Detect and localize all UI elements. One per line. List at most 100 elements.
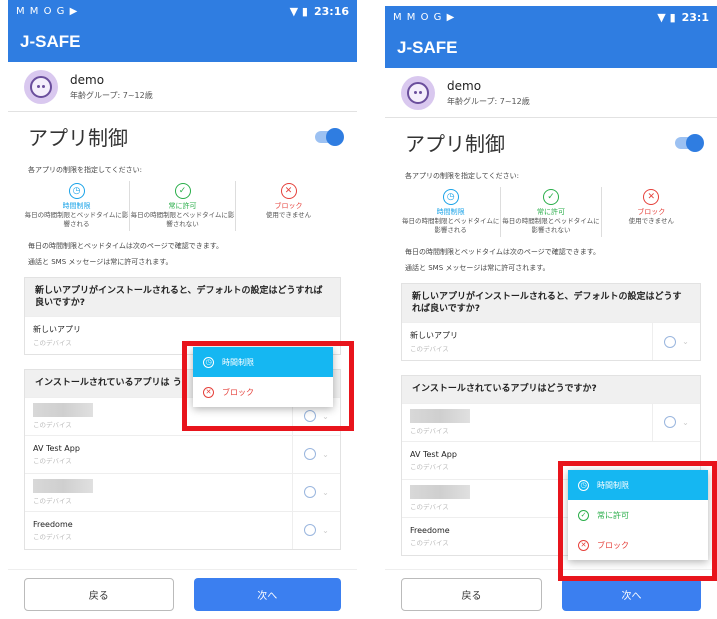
note-calls-sms: 通話と SMS メッセージは常に許可されます。: [405, 264, 550, 273]
profile: demo 年齢グループ: 7~12歳: [8, 62, 357, 112]
installed-apps-heading-trail: う: [172, 378, 182, 389]
app-setting-selector[interactable]: ⌄: [292, 435, 340, 473]
legend-desc: 毎日の時間制限とベッドタイムに影響される: [24, 211, 129, 229]
app-row: AV Test App このデバイス ⌄: [25, 434, 340, 473]
status-time: 23:16: [313, 4, 349, 18]
check-icon: ✓: [542, 189, 559, 205]
legend-block: ✕ ブロック 使用できません: [602, 187, 701, 237]
blurred-app-name: [33, 403, 93, 418]
app-control-toggle[interactable]: [315, 127, 344, 146]
legend-time-limit: ◷ 時間制限 毎日の時間制限とベッドタイムに影響される: [24, 181, 130, 232]
app-setting-selector[interactable]: ⌄: [292, 511, 340, 549]
next-button[interactable]: 次へ: [193, 578, 341, 611]
row-sub: このデバイス: [33, 497, 72, 506]
legend-title: ブロック: [637, 208, 666, 216]
next-button[interactable]: 次へ: [562, 578, 701, 611]
note-daily-limits: 毎日の時間制限とベッドタイムは次のページで確認できます。: [405, 248, 601, 257]
clock-icon: [304, 524, 317, 537]
child-face-icon: [30, 75, 52, 98]
legend: ◷ 時間制限 毎日の時間制限とベッドタイムに影響される ✓ 常に許可 毎日の時間…: [385, 187, 717, 238]
profile: demo 年齢グループ: 7~12歳: [385, 68, 717, 118]
note-daily-limits: 毎日の時間制限とベッドタイムは次のページで確認できます。: [28, 242, 224, 251]
status-icons: M M O G ▶: [16, 5, 79, 17]
status-right: ▼ ▮ 23:16: [289, 4, 349, 18]
app-row: Freedome このデバイス ⌄: [25, 510, 340, 549]
profile-age-group: 年齢グループ: 7~12歳: [70, 90, 153, 100]
legend-title: 時間制限: [62, 202, 91, 210]
screenshot-left: M M O G ▶ ▼ ▮ 23:16 J-SAFE demo 年齢グループ: …: [8, 0, 357, 619]
blurred-app-name: [410, 485, 470, 500]
check-icon: ✓: [174, 183, 191, 199]
legend-block: ✕ ブロック 使用できません: [236, 181, 341, 231]
chevron-down-icon: ⌄: [322, 487, 329, 497]
status-right: ▼ ▮ 23:1: [657, 10, 709, 24]
row-name: AV Test App: [410, 449, 457, 459]
child-face-icon: [407, 81, 429, 104]
app-setting-selector[interactable]: ⌄: [652, 403, 700, 441]
screenshot-right: M M O G ▶ ▼ ▮ 23:1 J-SAFE demo 年齢グループ: 7…: [385, 6, 717, 619]
row-sub: このデバイス: [33, 532, 72, 541]
status-bar: M M O G ▶ ▼ ▮ 23:16: [8, 0, 357, 22]
new-app-row: 新しいアプリ このデバイス ⌄: [402, 322, 700, 361]
clock-icon: [664, 335, 677, 348]
legend: ◷ 時間制限 毎日の時間制限とベッドタイムに影響される ✓ 常に許可 毎日の時間…: [8, 181, 357, 232]
app-setting-selector[interactable]: ⌄: [292, 473, 340, 511]
legend-title: 常に許可: [168, 202, 197, 210]
legend-title: 常に許可: [536, 208, 565, 216]
clock-icon: [304, 486, 317, 499]
row-name: AV Test App: [33, 443, 80, 453]
footer: 戻る 次へ: [8, 569, 357, 619]
legend-desc: 使用できません: [265, 211, 312, 219]
app-row: このデバイス ⌄: [402, 402, 700, 441]
section-title: アプリ制御: [405, 132, 505, 156]
legend-desc: 使用できません: [628, 217, 674, 225]
row-name: Freedome: [33, 519, 73, 529]
row-name: 新しいアプリ: [33, 325, 81, 335]
back-button[interactable]: 戻る: [24, 578, 174, 611]
installed-apps-heading: インストールされているアプリはどうですか?: [402, 376, 700, 403]
blurred-app-name: [410, 409, 470, 424]
legend-time-limit: ◷ 時間制限 毎日の時間制限とベッドタイムに影響される: [401, 187, 502, 238]
profile-age-group: 年齢グループ: 7~12歳: [447, 96, 530, 106]
clock-icon: [664, 416, 677, 429]
new-app-heading: 新しいアプリがインストールされると、デフォルトの設定はどうすれば良いですか?: [25, 278, 340, 317]
status-time: 23:1: [681, 10, 709, 24]
default-setting-selector[interactable]: ⌄: [652, 323, 700, 361]
new-app-heading: 新しいアプリがインストールされると、デフォルトの設定はどうすれば良いですか?: [402, 284, 700, 323]
avatar: [401, 75, 435, 110]
app-row: このデバイス ⌄: [25, 472, 340, 511]
avatar: [24, 69, 58, 104]
x-icon: ✕: [643, 189, 660, 205]
legend-title: ブロック: [274, 202, 303, 210]
section-header: アプリ制御: [8, 112, 357, 157]
legend-always-allow: ✓ 常に許可 毎日の時間制限とベッドタイムに影響されない: [130, 181, 236, 232]
note-calls-sms: 通話と SMS メッセージは常に許可されます。: [28, 258, 173, 267]
chevron-down-icon: ⌄: [682, 337, 689, 347]
highlight-box: [182, 341, 354, 431]
chevron-down-icon: ⌄: [322, 449, 329, 459]
back-button[interactable]: 戻る: [401, 578, 542, 611]
clock-icon: [304, 448, 317, 461]
app-title: J-SAFE: [385, 28, 717, 68]
chevron-down-icon: ⌄: [322, 525, 329, 535]
app-control-toggle[interactable]: [675, 133, 704, 152]
row-sub: このデバイス: [410, 427, 449, 436]
row-sub: このデバイス: [410, 345, 449, 354]
profile-name: demo: [447, 78, 482, 93]
section-title: アプリ制御: [28, 126, 128, 150]
highlight-box: [558, 461, 717, 581]
section-header: アプリ制御: [385, 118, 717, 163]
clock-icon: ◷: [68, 183, 85, 199]
installed-apps-heading-text: インストールされているアプリは: [35, 378, 170, 389]
status-bar: M M O G ▶ ▼ ▮ 23:1: [385, 6, 717, 28]
chevron-down-icon: ⌄: [682, 417, 689, 427]
row-sub: このデバイス: [33, 456, 72, 465]
clock-icon: ◷: [442, 189, 459, 205]
legend-desc: 毎日の時間制限とベッドタイムに影響されない: [130, 211, 235, 229]
legend-desc: 毎日の時間制限とベッドタイムに影響されない: [502, 217, 600, 235]
section-instruction: 各アプリの制限を指定してください:: [405, 172, 519, 180]
profile-name: demo: [70, 72, 105, 87]
legend-title: 時間制限: [436, 208, 465, 216]
status-icons: M M O G ▶: [393, 11, 456, 23]
legend-always-allow: ✓ 常に許可 毎日の時間制限とベッドタイムに影響されない: [501, 187, 602, 238]
